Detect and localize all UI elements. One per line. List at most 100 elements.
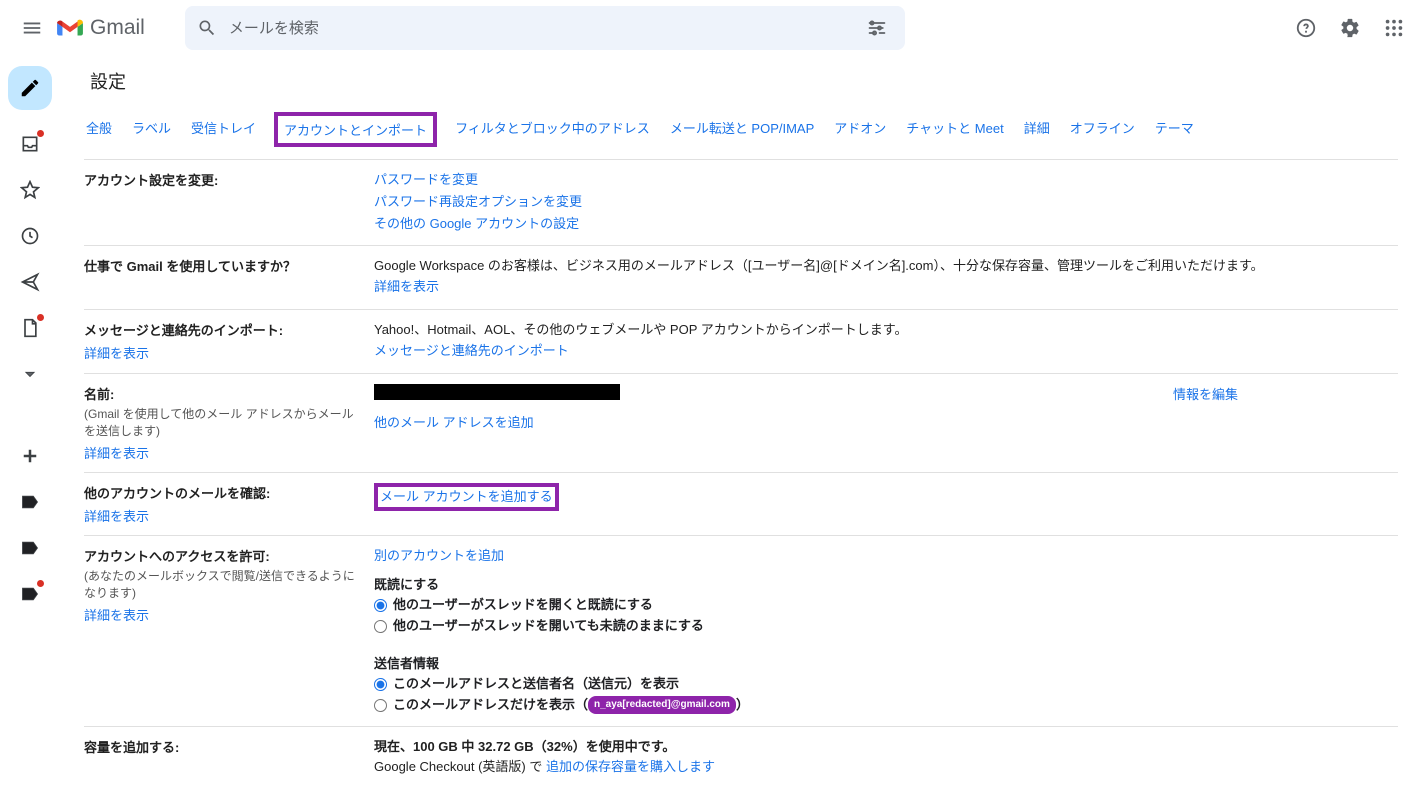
tab-addons[interactable]: アドオン [832,112,888,147]
section-label: メッセージと連絡先のインポート: [84,320,358,339]
unread-dot [37,130,44,137]
header-actions [1286,8,1414,48]
tab-advanced[interactable]: 詳細 [1022,112,1052,147]
sender-opt2-label: このメールアドレスだけを表示（n_aya[redacted]@gmail.com… [393,695,749,716]
section-send-mail-as: 名前: (Gmail を使用して他のメール アドレスからメールを送信します) 詳… [84,373,1398,472]
label-icon [20,492,40,512]
section-grant-access: アカウントへのアクセスを許可: (あなたのメールボックスで閲覧/送信できるように… [84,535,1398,726]
mark-read-opt2-label: 他のユーザーがスレッドを開いても未読のままにする [393,616,704,637]
mark-read-opt1-label: 他のユーザーがスレッドを開くと既読にする [393,595,653,616]
chevron-down-icon [20,364,40,384]
sidebar-starred[interactable] [18,178,42,202]
send-as-more-link[interactable]: 詳細を表示 [84,443,149,462]
change-recovery-link[interactable]: パスワード再設定オプションを変更 [374,194,582,209]
inbox-icon [20,134,40,154]
storage-checkout-text: Google Checkout (英語版) で [374,759,546,774]
gmail-icon [56,17,84,39]
sidebar-drafts[interactable] [18,316,42,340]
mark-read-opt2-radio[interactable] [374,620,387,633]
main-menu-button[interactable] [8,4,56,52]
sidebar-more[interactable] [18,362,42,386]
edit-info-link[interactable]: 情報を編集 [1173,387,1238,402]
support-button[interactable] [1286,8,1326,48]
section-change-account-settings: アカウント設定を変更: パスワードを変更 パスワード再設定オプションを変更 その… [84,159,1398,245]
section-label: アカウント設定を変更: [84,170,358,189]
tab-general[interactable]: 全般 [84,112,114,147]
add-another-email-link[interactable]: 他のメール アドレスを追加 [374,415,534,430]
sender-opt1-radio[interactable] [374,678,387,691]
tune-icon [867,18,887,38]
sidebar-label-1[interactable] [18,490,42,514]
tab-accounts-import[interactable]: アカウントとインポート [284,123,427,138]
gmail-logo-text: Gmail [90,16,145,40]
mark-as-read-heading: 既読にする [374,574,1398,593]
sender-info-heading: 送信者情報 [374,653,1398,672]
import-description: Yahoo!、Hotmail、AOL、その他のウェブメールや POP アカウント… [374,320,1398,341]
sender-opt1-label: このメールアドレスと送信者名（送信元）を表示 [393,674,679,695]
pencil-icon [19,77,41,99]
purchase-storage-link[interactable]: 追加の保存容量を購入します [546,759,715,774]
add-another-account-link[interactable]: 別のアカウントを追加 [374,548,504,563]
section-import: メッセージと連絡先のインポート: 詳細を表示 Yahoo!、Hotmail、AO… [84,309,1398,373]
gmail-logo[interactable]: Gmail [56,16,145,40]
sidebar-label-3[interactable] [18,582,42,606]
tab-inbox[interactable]: 受信トレイ [189,112,258,147]
import-more-link[interactable]: 詳細を表示 [84,343,149,362]
search-bar[interactable] [185,6,905,50]
section-label: 仕事で Gmail を使用していますか？ [84,256,358,275]
section-sublabel: (Gmail を使用して他のメール アドレスからメールを送信します) [84,405,358,439]
sidebar [0,56,60,812]
label-icon [20,584,40,604]
main-content: 設定 全般 ラベル 受信トレイ アカウントとインポート フィルタとブロック中のア… [60,56,1422,812]
tab-filters[interactable]: フィルタとブロック中のアドレス [453,112,652,147]
app-header: Gmail [0,0,1422,56]
clock-icon [20,226,40,246]
plus-icon [20,446,40,466]
tab-offline[interactable]: オフライン [1068,112,1137,147]
storage-usage-text: 現在、100 GB 中 32.72 GB（32%）を使用中です。 [374,737,1398,758]
sender-opt2-radio[interactable] [374,699,387,712]
section-label: 他のアカウントのメールを確認: [84,483,358,502]
check-more-link[interactable]: 詳細を表示 [84,506,149,525]
workspace-description: Google Workspace のお客様は、ビジネス用のメールアドレス（[ユー… [374,256,1398,277]
section-label: アカウントへのアクセスを許可: [84,546,358,565]
import-mail-contacts-link[interactable]: メッセージと連絡先のインポート [374,343,569,358]
sidebar-label-2[interactable] [18,536,42,560]
label-icon [20,538,40,558]
sidebar-new-label[interactable] [18,444,42,468]
gear-icon [1339,17,1361,39]
redacted-email-pill: n_aya[redacted]@gmail.com [588,696,736,714]
send-icon [20,272,40,292]
compose-button[interactable] [8,66,52,110]
search-input[interactable] [217,20,861,37]
settings-button[interactable] [1330,8,1370,48]
star-icon [20,180,40,200]
tab-labels[interactable]: ラベル [130,112,173,147]
other-google-settings-link[interactable]: その他の Google アカウントの設定 [374,216,579,231]
highlight-add-mail-account: メール アカウントを追加する [374,483,559,512]
apps-grid-icon [1383,17,1405,39]
sidebar-sent[interactable] [18,270,42,294]
page-title: 設定 [90,68,1398,94]
workspace-more-link[interactable]: 詳細を表示 [374,279,439,294]
apps-button[interactable] [1374,8,1414,48]
file-icon [20,318,40,338]
highlight-accounts-tab: アカウントとインポート [274,112,437,147]
sidebar-snoozed[interactable] [18,224,42,248]
tab-chat-meet[interactable]: チャットと Meet [904,112,1005,147]
mark-read-opt1-radio[interactable] [374,599,387,612]
sidebar-inbox[interactable] [18,132,42,156]
section-sublabel: (あなたのメールボックスで閲覧/送信できるようになります) [84,567,358,601]
access-more-link[interactable]: 詳細を表示 [84,605,149,624]
section-label: 名前: [84,384,358,403]
settings-tabs: 全般 ラベル 受信トレイ アカウントとインポート フィルタとブロック中のアドレス… [84,112,1398,147]
change-password-link[interactable]: パスワードを変更 [374,172,478,187]
tab-themes[interactable]: テーマ [1153,112,1196,147]
add-mail-account-link[interactable]: メール アカウントを追加する [380,489,553,504]
search-options-button[interactable] [861,12,893,44]
search-icon [197,18,217,38]
redacted-email [374,384,620,400]
unread-dot [37,314,44,321]
tab-forwarding[interactable]: メール転送と POP/IMAP [668,112,816,147]
section-add-storage: 容量を追加する: 現在、100 GB 中 32.72 GB（32%）を使用中です… [84,726,1398,789]
